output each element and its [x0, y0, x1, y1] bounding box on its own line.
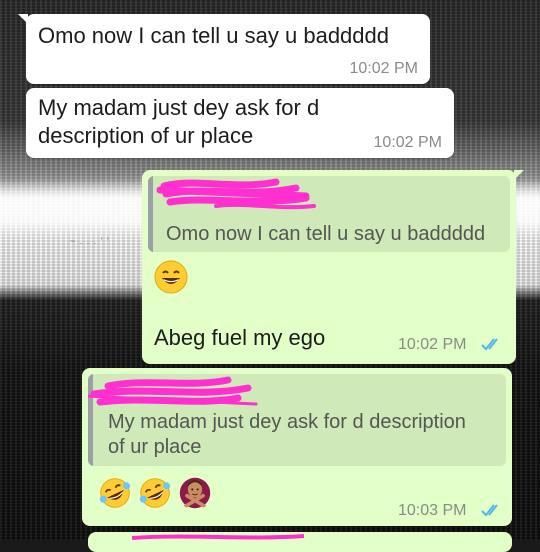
wallpaper-scribble: ~ . . . ' ': [70, 236, 110, 246]
message-text: Abeg fuel my ego: [154, 325, 326, 350]
message-time: 10:03 PM: [398, 502, 467, 519]
message-text-line-2: description of ur place: [38, 123, 254, 148]
reply-quote-text: Omo now I can tell u say u baddddd: [166, 223, 486, 245]
reply-quote-bar: [148, 176, 153, 252]
message-text: Omo now I can tell u say u baddddd: [38, 23, 389, 48]
message-bubble-outgoing-partial[interactable]: [88, 532, 512, 552]
read-receipt-icon: [481, 338, 498, 351]
redacted-sender-name: [88, 376, 258, 406]
read-receipt-icon: [481, 504, 498, 517]
message-bubble-incoming[interactable]: My madam just dey ask for d description …: [26, 88, 454, 158]
rolling-on-floor-laughing-emoji: [99, 478, 131, 508]
person-gesturing-no-emoji: [179, 477, 211, 509]
grinning-face-emoji: [154, 260, 188, 294]
message-time: 10:02 PM: [398, 336, 467, 353]
reply-quote-text-line-2: of ur place: [108, 436, 202, 458]
rolling-on-floor-laughing-emoji: [139, 478, 171, 508]
reply-quote[interactable]: My madam just dey ask for d description …: [88, 374, 506, 466]
redacted-sender-name: [131, 534, 305, 540]
message-bubble-outgoing[interactable]: Omo now I can tell u say u baddddd Abeg …: [142, 170, 524, 364]
message-bubble-incoming[interactable]: Omo now I can tell u say u baddddd 10:02…: [18, 14, 430, 84]
message-text-line-1: My madam just dey ask for d: [38, 95, 320, 120]
message-bubble-outgoing[interactable]: My madam just dey ask for d description …: [82, 368, 512, 526]
reply-quote-text-line-1: My madam just dey ask for d description: [108, 411, 466, 433]
redacted-sender-name: [156, 178, 316, 210]
bubble-tail: [18, 14, 28, 24]
message-time: 10:02 PM: [373, 134, 442, 151]
message-time: 10:02 PM: [349, 60, 418, 77]
bubble-tail: [514, 170, 524, 180]
reply-quote[interactable]: Omo now I can tell u say u baddddd: [148, 176, 510, 252]
